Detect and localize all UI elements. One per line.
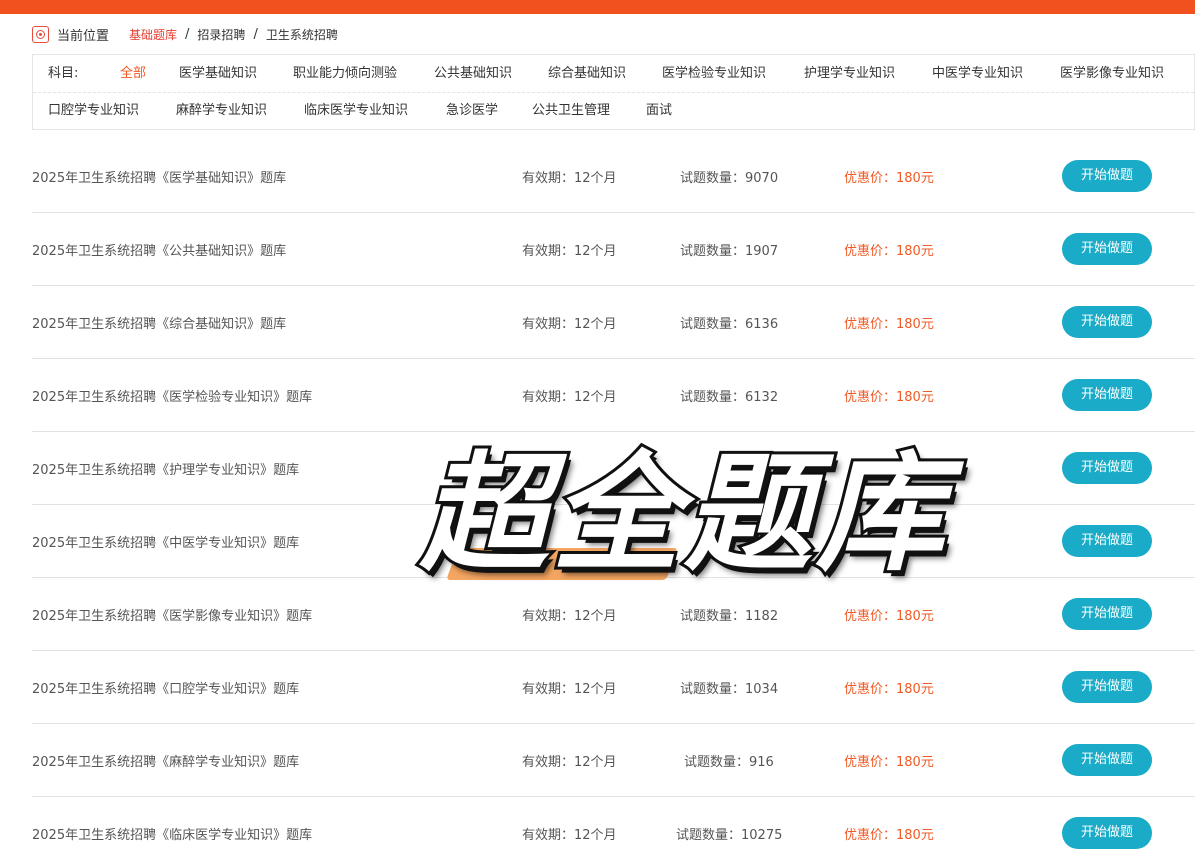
question-count: 试题数量：9070 — [680, 171, 779, 186]
list-item: 2025年卫生系统招聘《公共基础知识》题库 有效期：12个月 试题数量：1907… — [32, 213, 1195, 286]
filter-option[interactable]: 口腔学专业知识 — [48, 102, 139, 120]
discount-price: 优惠价：180元 — [844, 609, 934, 624]
question-count: 试题数量：1034 — [680, 682, 779, 697]
bank-title[interactable]: 2025年卫生系统招聘《医学影像专业知识》题库 — [32, 605, 312, 624]
discount-price: 优惠价：180元 — [844, 244, 934, 259]
list-item: 2025年卫生系统招聘《医学基础知识》题库 有效期：12个月 试题数量：9070… — [32, 140, 1195, 213]
subject-filter: 科目: 全部 医学基础知识 职业能力倾向测验 公共基础知识 综合基础知识 医学检… — [32, 54, 1195, 130]
bank-title[interactable]: 2025年卫生系统招聘《医学检验专业知识》题库 — [32, 386, 312, 405]
start-practice-button[interactable]: 开始做题 — [1062, 598, 1152, 630]
bank-title[interactable]: 2025年卫生系统招聘《中医学专业知识》题库 — [32, 532, 299, 551]
validity-period: 有效期：12个月 — [522, 682, 617, 697]
validity-period: 有效期：12个月 — [522, 317, 617, 332]
breadcrumb-link-basic-bank[interactable]: 基础题库 — [129, 26, 177, 43]
start-practice-button[interactable]: 开始做题 — [1062, 306, 1152, 338]
validity-period: 有效期：12个月 — [522, 609, 617, 624]
start-practice-button[interactable]: 开始做题 — [1062, 379, 1152, 411]
bank-title[interactable]: 2025年卫生系统招聘《医学基础知识》题库 — [32, 167, 286, 186]
promo-overlay: 超全题库 — [417, 437, 980, 600]
filter-option[interactable]: 公共卫生管理 — [532, 102, 610, 120]
filter-option-all[interactable]: 全部 — [120, 65, 146, 83]
filter-option[interactable]: 护理学专业知识 — [804, 65, 895, 83]
promo-headline: 超全题库 — [417, 437, 949, 592]
location-icon — [32, 25, 49, 43]
discount-price: 优惠价：180元 — [844, 171, 934, 186]
start-practice-button[interactable]: 开始做题 — [1062, 744, 1152, 776]
question-count: 试题数量：6132 — [680, 390, 779, 405]
breadcrumb-link-recruitment[interactable]: 招录招聘 — [197, 26, 245, 43]
validity-period: 有效期：12个月 — [522, 171, 617, 186]
bank-title[interactable]: 2025年卫生系统招聘《麻醉学专业知识》题库 — [32, 751, 299, 770]
filter-option[interactable]: 医学影像专业知识 — [1060, 65, 1164, 83]
question-count: 试题数量：1907 — [680, 244, 779, 259]
bank-title[interactable]: 2025年卫生系统招聘《护理学专业知识》题库 — [32, 459, 299, 478]
filter-option[interactable]: 临床医学专业知识 — [304, 102, 408, 120]
list-item: 2025年卫生系统招聘《临床医学专业知识》题库 有效期：12个月 试题数量：10… — [32, 797, 1195, 851]
start-practice-button[interactable]: 开始做题 — [1062, 160, 1152, 192]
validity-period: 有效期：12个月 — [522, 828, 617, 843]
filter-option[interactable]: 中医学专业知识 — [932, 65, 1023, 83]
question-count: 试题数量：916 — [684, 755, 774, 770]
filter-option[interactable]: 医学基础知识 — [179, 65, 257, 83]
bank-title[interactable]: 2025年卫生系统招聘《口腔学专业知识》题库 — [32, 678, 299, 697]
list-item: 2025年卫生系统招聘《麻醉学专业知识》题库 有效期：12个月 试题数量：916… — [32, 724, 1195, 797]
start-practice-button[interactable]: 开始做题 — [1062, 817, 1152, 849]
filter-option[interactable]: 公共基础知识 — [434, 65, 512, 83]
bank-title[interactable]: 2025年卫生系统招聘《综合基础知识》题库 — [32, 313, 286, 332]
filter-option[interactable]: 职业能力倾向测验 — [293, 65, 397, 83]
question-count: 试题数量：1182 — [680, 609, 779, 624]
list-item: 2025年卫生系统招聘《口腔学专业知识》题库 有效期：12个月 试题数量：103… — [32, 651, 1195, 724]
list-item: 2025年卫生系统招聘《综合基础知识》题库 有效期：12个月 试题数量：6136… — [32, 286, 1195, 359]
filter-option[interactable]: 面试 — [646, 102, 672, 120]
filter-option[interactable]: 麻醉学专业知识 — [176, 102, 267, 120]
bank-title[interactable]: 2025年卫生系统招聘《公共基础知识》题库 — [32, 240, 286, 259]
discount-price: 优惠价：180元 — [844, 390, 934, 405]
question-count: 试题数量：10275 — [676, 828, 783, 843]
validity-period: 有效期：12个月 — [522, 390, 617, 405]
top-accent-bar — [0, 0, 1195, 14]
start-practice-button[interactable]: 开始做题 — [1062, 671, 1152, 703]
breadcrumb-link-health-system[interactable]: 卫生系统招聘 — [266, 26, 338, 43]
start-practice-button[interactable]: 开始做题 — [1062, 525, 1152, 557]
bank-title[interactable]: 2025年卫生系统招聘《临床医学专业知识》题库 — [32, 824, 312, 843]
discount-price: 优惠价：180元 — [844, 682, 934, 697]
question-count: 试题数量：6136 — [680, 317, 779, 332]
breadcrumb-separator: / — [185, 26, 190, 42]
discount-price: 优惠价：180元 — [844, 317, 934, 332]
breadcrumb-current-label: 当前位置 — [57, 28, 110, 44]
discount-price: 优惠价：180元 — [844, 755, 934, 770]
validity-period: 有效期：12个月 — [522, 244, 617, 259]
filter-option[interactable]: 急诊医学 — [446, 102, 498, 120]
filter-option[interactable]: 综合基础知识 — [548, 65, 626, 83]
filter-label: 科目: — [48, 66, 79, 81]
list-item: 2025年卫生系统招聘《医学检验专业知识》题库 有效期：12个月 试题数量：61… — [32, 359, 1195, 432]
breadcrumb: 当前位置 基础题库 / 招录招聘 / 卫生系统招聘 — [32, 24, 338, 44]
validity-period: 有效期：12个月 — [522, 755, 617, 770]
breadcrumb-separator: / — [253, 26, 258, 42]
start-practice-button[interactable]: 开始做题 — [1062, 233, 1152, 265]
filter-option[interactable]: 医学检验专业知识 — [662, 65, 766, 83]
start-practice-button[interactable]: 开始做题 — [1062, 452, 1152, 484]
discount-price: 优惠价：180元 — [844, 828, 934, 843]
